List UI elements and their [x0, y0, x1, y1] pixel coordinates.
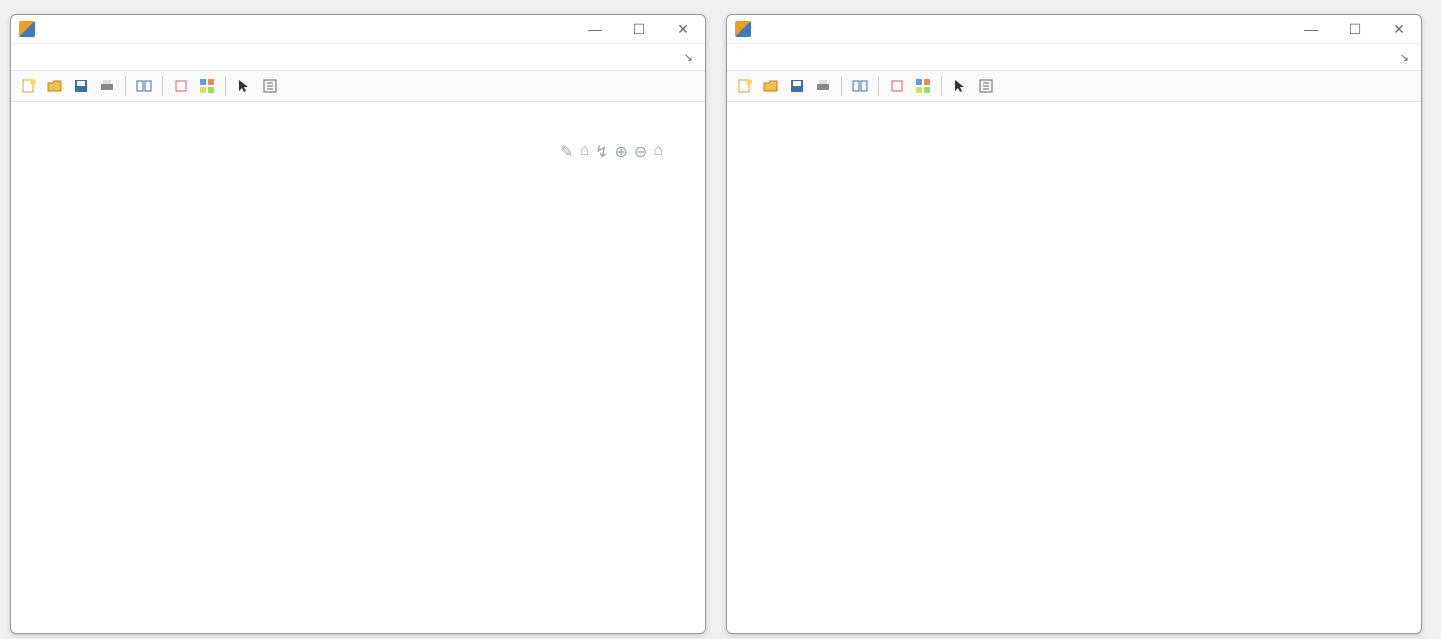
- insert-icon[interactable]: [974, 74, 998, 98]
- maximize-button[interactable]: ☐: [625, 21, 653, 38]
- minimize-button[interactable]: —: [1297, 21, 1325, 38]
- home-icon[interactable]: ⌂: [653, 142, 663, 162]
- link-icon[interactable]: [132, 74, 156, 98]
- pointer-icon[interactable]: [948, 74, 972, 98]
- maximize-button[interactable]: ☐: [1341, 21, 1369, 38]
- close-button[interactable]: ✕: [1385, 21, 1413, 38]
- chart-convergence: [727, 102, 1421, 634]
- print-icon[interactable]: [95, 74, 119, 98]
- save-icon[interactable]: [69, 74, 93, 98]
- brush-icon[interactable]: ✎: [560, 142, 573, 162]
- toolbar: [727, 71, 1421, 102]
- matlab-icon: [19, 21, 35, 37]
- plot-area: [727, 102, 1421, 634]
- pan-icon[interactable]: ↯: [595, 142, 608, 162]
- zoom-in-icon[interactable]: ⊕: [615, 142, 628, 162]
- save-plot-icon[interactable]: ⌂: [579, 142, 589, 162]
- plot-area: ✎ ⌂ ↯ ⊕ ⊖ ⌂: [11, 102, 705, 634]
- toolbar: [11, 71, 705, 102]
- print-icon[interactable]: [811, 74, 835, 98]
- open-icon[interactable]: [759, 74, 783, 98]
- datacursor-icon[interactable]: [911, 74, 935, 98]
- menubar: ↘: [11, 44, 705, 71]
- pointer-icon[interactable]: [232, 74, 256, 98]
- chart-classification: [11, 102, 705, 634]
- titlebar[interactable]: — ☐ ✕: [727, 15, 1421, 44]
- menu-overflow-icon[interactable]: ↘: [1392, 51, 1415, 64]
- figure-window-1: — ☐ ✕ ↘ ✎ ⌂ ↯ ⊕: [10, 14, 706, 634]
- menubar: ↘: [727, 44, 1421, 71]
- new-icon[interactable]: [17, 74, 41, 98]
- figure-window-2: — ☐ ✕ ↘: [726, 14, 1422, 634]
- zoom-out-icon[interactable]: ⊖: [634, 142, 647, 162]
- save-icon[interactable]: [785, 74, 809, 98]
- rotate-icon[interactable]: [169, 74, 193, 98]
- minimize-button[interactable]: —: [581, 21, 609, 38]
- insert-icon[interactable]: [258, 74, 282, 98]
- rotate-icon[interactable]: [885, 74, 909, 98]
- new-icon[interactable]: [733, 74, 757, 98]
- close-button[interactable]: ✕: [669, 21, 697, 38]
- matlab-icon: [735, 21, 751, 37]
- link-icon[interactable]: [848, 74, 872, 98]
- titlebar[interactable]: — ☐ ✕: [11, 15, 705, 44]
- datacursor-icon[interactable]: [195, 74, 219, 98]
- menu-overflow-icon[interactable]: ↘: [676, 51, 699, 64]
- open-icon[interactable]: [43, 74, 67, 98]
